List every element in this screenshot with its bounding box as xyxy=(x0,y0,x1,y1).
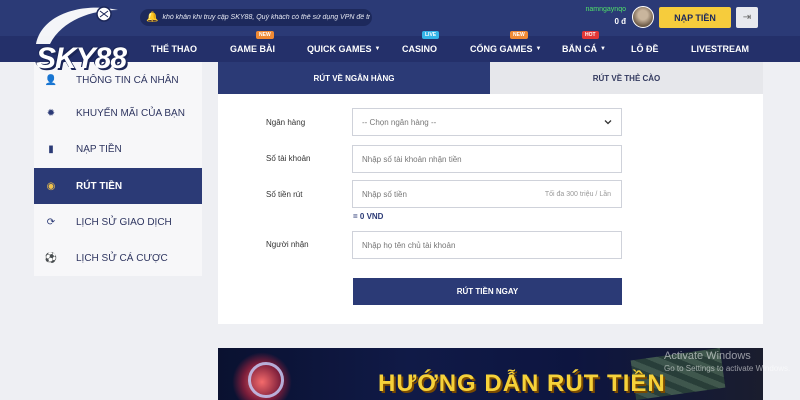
notice-marquee: 🔔 khó khăn khi truy cập SKY88, Quý khách… xyxy=(140,9,372,26)
hot-badge: HOT xyxy=(582,31,599,39)
logo-text: SKY88 xyxy=(36,42,127,75)
deposit-button[interactable]: NẠP TIỀN xyxy=(659,7,731,28)
sidebar-item-label: KHUYẾN MÃI CỦA BẠN xyxy=(76,107,185,119)
nav-label: GAME BÀI xyxy=(230,44,275,54)
nav-item-cong-games[interactable]: NEW CỔNG GAMES ▼ xyxy=(470,31,542,62)
chevron-down-icon xyxy=(604,120,612,125)
account-sidebar: 👤 THÔNG TIN CÁ NHÂN ✹ KHUYẾN MÃI CỦA BẠN… xyxy=(34,62,202,276)
account-label: Số tài khoản xyxy=(266,154,311,163)
bank-label: Ngân hàng xyxy=(266,118,306,127)
sidebar-item-label: NẠP TIỀN xyxy=(76,143,122,155)
amount-label: Số tiền rút xyxy=(266,190,303,199)
tab-bank-withdraw[interactable]: RÚT VỀ NGÂN HÀNG xyxy=(218,62,490,94)
bank-select[interactable]: -- Chọn ngân hàng -- xyxy=(352,108,622,136)
nav-item-game-bai[interactable]: NEW GAME BÀI xyxy=(230,31,275,62)
nav-label: CỔNG GAMES xyxy=(470,44,533,54)
ball-icon: ⚽ xyxy=(44,252,58,264)
amount-limit-hint: Tối đa 300 triệu / Lần xyxy=(544,190,611,198)
history-icon: ⟳ xyxy=(46,216,56,228)
receiver-name-input[interactable]: Nhập họ tên chủ tài khoản xyxy=(352,231,622,259)
nav-label: QUICK GAMES xyxy=(307,44,372,54)
live-badge: LIVE xyxy=(422,31,440,39)
new-badge: NEW xyxy=(256,31,274,39)
account-number-input[interactable]: Nhập số tài khoản nhận tiền xyxy=(352,145,622,173)
nav-label: LÔ ĐỀ xyxy=(631,44,659,54)
watermark-subtitle: Go to Settings to activate Windows. xyxy=(664,364,791,373)
amount-placeholder: Nhập số tiền xyxy=(362,189,407,199)
sidebar-item-deposit[interactable]: ▮ NẠP TIỀN xyxy=(34,131,202,167)
nav-item-livestream[interactable]: LIVESTREAM xyxy=(691,36,749,62)
nav-label: THỂ THAO xyxy=(151,44,197,54)
bell-icon: 🔔 xyxy=(146,12,159,23)
deposit-icon: ▮ xyxy=(48,143,54,155)
sidebar-item-label: LỊCH SỬ CÁ CƯỢC xyxy=(76,252,168,264)
nav-item-quick-games[interactable]: QUICK GAMES ▼ xyxy=(307,36,380,62)
nav-label: LIVESTREAM xyxy=(691,44,750,54)
withdraw-icon: ◉ xyxy=(46,180,56,192)
amount-equivalent: = 0 VND xyxy=(353,212,384,221)
username: namngaynqo xyxy=(585,6,626,13)
sidebar-item-label: LỊCH SỬ GIAO DỊCH xyxy=(76,216,172,228)
withdraw-now-button[interactable]: RÚT TIỀN NGAY xyxy=(353,278,622,305)
tab-card-withdraw[interactable]: RÚT VỀ THẺ CÀO xyxy=(490,62,763,94)
logout-icon: ⇥ xyxy=(742,12,752,23)
chevron-down-icon: ▼ xyxy=(600,46,606,52)
avatar[interactable] xyxy=(632,6,654,28)
notice-text: khó khăn khi truy cập SKY88, Quý khách c… xyxy=(162,14,371,21)
amount-input[interactable]: Nhập số tiền Tối đa 300 triệu / Lần xyxy=(352,180,622,208)
logo[interactable]: SKY88 xyxy=(30,4,130,75)
chevron-down-icon: ▼ xyxy=(535,46,542,52)
user-info[interactable]: namngaynqo 0 đ xyxy=(560,6,626,26)
nav-item-ban-ca[interactable]: HOT BẮN CÁ ▼ xyxy=(562,31,606,62)
watermark-title: Activate Windows xyxy=(664,350,751,362)
banner-title: HƯỚNG DẪN RÚT TIỀN xyxy=(378,370,666,397)
nav-item-casino[interactable]: LIVE CASINO xyxy=(402,31,440,62)
sidebar-item-withdraw[interactable]: ◉ RÚT TIỀN xyxy=(34,168,202,204)
sidebar-item-label: THÔNG TIN CÁ NHÂN xyxy=(76,74,179,86)
bank-select-value: -- Chọn ngân hàng -- xyxy=(362,117,437,127)
gift-icon: ✹ xyxy=(46,107,56,119)
nav-label: BẮN CÁ xyxy=(562,44,597,54)
nav-label: CASINO xyxy=(402,44,438,54)
receiver-label: Người nhận xyxy=(266,240,309,249)
nav-item-the-thao[interactable]: THỂ THAO xyxy=(151,36,197,62)
balance: 0 đ xyxy=(614,17,626,26)
sidebar-item-bet-history[interactable]: ⚽ LỊCH SỬ CÁ CƯỢC xyxy=(34,240,202,276)
new-badge: NEW xyxy=(510,31,528,39)
sidebar-item-promotions[interactable]: ✹ KHUYẾN MÃI CỦA BẠN xyxy=(34,95,202,131)
nav-item-lo-de[interactable]: LÔ ĐỀ xyxy=(631,36,659,62)
withdraw-panel: RÚT VỀ NGÂN HÀNG RÚT VỀ THẺ CÀO Ngân hàn… xyxy=(218,62,763,324)
activate-windows-watermark: Activate Windows Go to Settings to activ… xyxy=(664,350,790,373)
logout-button[interactable]: ⇥ xyxy=(736,7,758,28)
dice-ring-graphic xyxy=(248,362,284,398)
chevron-down-icon: ▼ xyxy=(374,46,381,52)
receiver-name-placeholder: Nhập họ tên chủ tài khoản xyxy=(362,240,456,250)
sidebar-item-transaction-history[interactable]: ⟳ LỊCH SỬ GIAO DỊCH xyxy=(34,204,202,240)
account-number-placeholder: Nhập số tài khoản nhận tiền xyxy=(362,154,462,164)
sidebar-item-label: RÚT TIỀN xyxy=(76,180,123,192)
